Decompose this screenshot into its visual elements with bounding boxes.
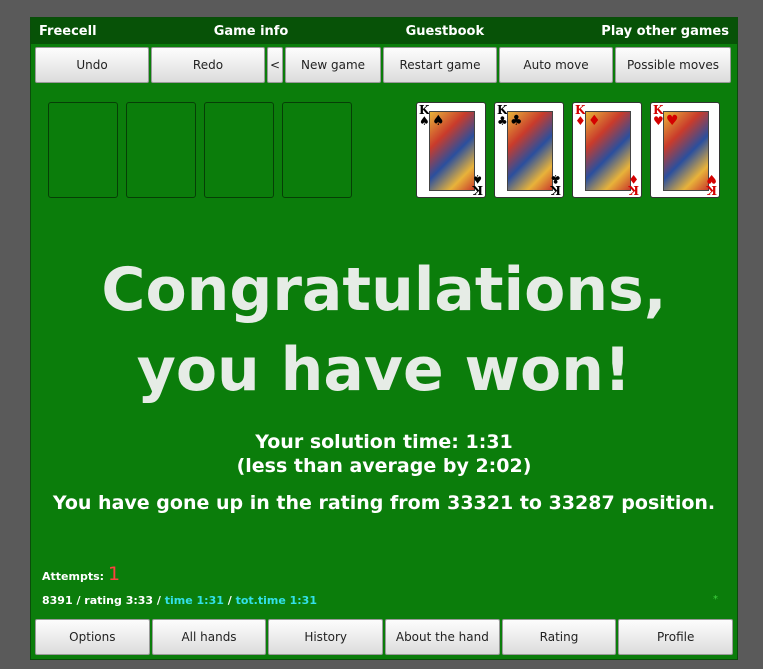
club-icon: ♣ [510,113,523,129]
card-corner: K ♠ [472,172,483,197]
undo-button[interactable]: Undo [35,47,149,83]
card-corner: K ♦ [628,172,639,197]
card-corner: K ♣ [497,103,508,128]
solution-time: Your solution time: 1:31 [255,431,513,453]
top-nav: Freecell Game info Guestbook Play other … [31,18,737,44]
king-face-image: ♥ [663,111,709,191]
game-rating-text: 8391 / rating 3:33 / [42,594,165,607]
possible-moves-button[interactable]: Possible moves [615,47,731,83]
stats-line: 8391 / rating 3:33 / time 1:31 / tot.tim… [42,594,317,607]
diamond-icon: ♦ [588,113,601,129]
card-corner: K ♦ [575,103,586,128]
game-frame: Freecell Game info Guestbook Play other … [30,17,738,660]
win-message: Congratulations, you have won! [31,250,737,410]
auto-move-button[interactable]: Auto move [499,47,613,83]
nav-game-info-link[interactable]: Game info [214,24,289,39]
back-button[interactable]: < [267,47,283,83]
free-cell-2[interactable] [126,102,196,198]
foundation-diamonds[interactable]: K ♦ ♦ K ♦ [572,102,642,198]
time-text: time 1:31 [164,594,224,607]
card-corner: K ♣ [550,172,561,197]
king-face-image: ♣ [507,111,553,191]
win-message-line1: Congratulations, [101,255,667,325]
free-cell-4[interactable] [282,102,352,198]
foundation-spades[interactable]: K ♠ ♠ K ♠ [416,102,486,198]
card-corner: K ♥ [706,172,717,197]
free-cell-3[interactable] [204,102,274,198]
toolbar: Undo Redo < New game Restart game Auto m… [35,47,733,85]
rating-change: You have gone up in the rating from 3332… [52,492,716,514]
about-the-hand-button[interactable]: About the hand [385,619,500,655]
bottom-toolbar: Options All hands History About the hand… [35,619,734,657]
heart-icon: ♥ [666,113,679,129]
king-face-image: ♠ [429,111,475,191]
win-message-line2: you have won! [136,335,632,405]
all-hands-button[interactable]: All hands [151,619,267,655]
nav-play-other-games-link[interactable]: Play other games [601,24,729,39]
foundation-hearts[interactable]: K ♥ ♥ K ♥ [650,102,720,198]
spade-icon: ♠ [432,113,445,129]
attempts-label: Attempts: [42,570,105,583]
attempts-count: 1 [108,563,121,585]
total-time-text: tot.time 1:31 [235,594,317,607]
profile-button[interactable]: Profile [618,619,734,655]
card-corner: K ♥ [653,103,664,128]
nav-guestbook-link[interactable]: Guestbook [406,24,485,39]
stats-separator: / [223,594,236,607]
new-game-button[interactable]: New game [285,47,381,83]
options-button[interactable]: Options [35,619,150,655]
restart-game-button[interactable]: Restart game [383,47,497,83]
foundation-clubs[interactable]: K ♣ ♣ K ♣ [494,102,564,198]
history-button[interactable]: History [268,619,384,655]
card-corner: K ♠ [419,103,430,128]
nav-freecell-link[interactable]: Freecell [39,24,97,39]
attempts: Attempts: 1 [42,563,120,585]
redo-button[interactable]: Redo [151,47,265,83]
rating-button[interactable]: Rating [501,619,617,655]
star-icon: * [713,594,718,605]
free-cell-1[interactable] [48,102,118,198]
less-than-average: (less than average by 2:02) [236,455,532,477]
king-face-image: ♦ [585,111,631,191]
